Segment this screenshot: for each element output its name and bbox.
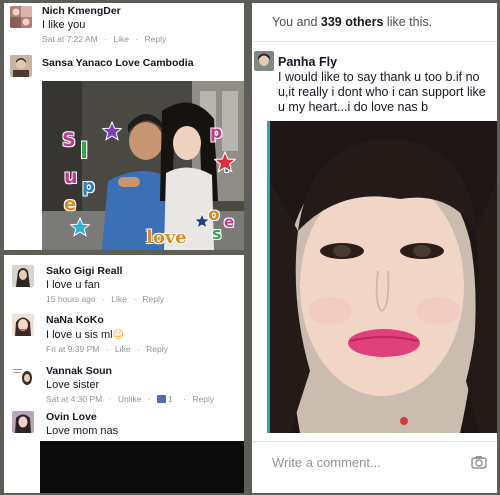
avatar[interactable]	[10, 6, 32, 28]
avatar[interactable]	[12, 366, 34, 388]
comment-text: I love u fan	[46, 279, 100, 291]
comment-item: Vannak Soun Love sister Sat at 4:30 PM ·…	[4, 361, 244, 407]
comment-time[interactable]: Sat at 7:22 AM	[42, 34, 98, 44]
separator: ·	[102, 294, 105, 304]
separator: ·	[183, 394, 186, 404]
avatar[interactable]	[254, 51, 274, 71]
separator: ·	[136, 344, 140, 354]
comment-item: Sako Gigi Reall I love u fan 15 hours ag…	[4, 255, 244, 307]
comment-photo[interactable]: S I u p e p i o s e love	[42, 81, 244, 250]
comment-text: I would like to say thank u too b.if no …	[278, 70, 486, 114]
avatar[interactable]	[12, 411, 34, 433]
star-icon	[70, 217, 90, 237]
separator: ·	[135, 34, 139, 44]
comment-time[interactable]: Sat at 4:30 PM	[46, 394, 102, 404]
comment-author[interactable]: NaNa KoKo	[46, 314, 104, 326]
comment-text: I like you	[42, 19, 86, 31]
attached-photo[interactable]	[40, 441, 244, 493]
unlike-link[interactable]: Unlike	[118, 394, 142, 404]
separator: ·	[104, 34, 107, 44]
comment-meta: Sat at 7:22 AM · Like · Reply	[42, 34, 170, 44]
sticker-letter: s	[212, 224, 222, 243]
comment-meta: Sat at 4:30 PM · Unlike · 1 · Reply	[46, 394, 218, 404]
sticker-letter: I	[80, 139, 89, 164]
comment-author[interactable]: Nich KmengDer	[42, 5, 121, 17]
sticker-letter: p	[210, 123, 223, 143]
separator: ·	[133, 294, 137, 304]
write-comment-input[interactable]: Write a comment...	[272, 455, 381, 470]
separator: ·	[147, 394, 151, 404]
comment-author[interactable]: Ovin Love	[46, 411, 97, 423]
comment-meta: Fri at 9:39 PM · Like · Reply	[46, 344, 172, 354]
likes-prefix: You and	[272, 15, 321, 29]
comment-author[interactable]: Sansa Yanaco Love Cambodia	[42, 57, 194, 69]
portrait-image	[270, 121, 497, 433]
comment-text-body: I love u sis ml	[46, 329, 113, 341]
likes-suffix: like this.	[383, 15, 433, 29]
comment-text: Love sister	[46, 379, 100, 391]
sticker-letter: u	[64, 166, 78, 188]
comment-item: Ovin Love Love mom nas	[4, 407, 244, 441]
comment-item: NaNa KoKo I love u sis ml☺ Fri at 9:39 P…	[4, 309, 244, 359]
comment-author[interactable]: Panha Fly	[278, 55, 337, 69]
camera-icon[interactable]	[471, 454, 487, 470]
comments-panel-top: Nich KmengDer I like you Sat at 7:22 AM …	[4, 3, 244, 250]
comment-composer[interactable]: Write a comment...	[252, 441, 497, 483]
reply-link[interactable]: Reply	[146, 344, 168, 354]
sticker-love-word: love	[146, 227, 187, 248]
comment-item: Nich KmengDer I like you Sat at 7:22 AM …	[4, 3, 244, 49]
avatar[interactable]	[12, 314, 34, 336]
like-link[interactable]: Like	[113, 34, 129, 44]
comments-panel-bottom: Sako Gigi Reall I love u fan 15 hours ag…	[4, 255, 244, 493]
comment-text: I love u sis ml☺	[46, 328, 124, 341]
comment-author[interactable]: Sako Gigi Reall	[46, 265, 122, 277]
thumbs-up-icon	[157, 395, 167, 403]
separator: ·	[105, 344, 109, 354]
separator: ·	[108, 394, 112, 404]
reply-link[interactable]: Reply	[142, 294, 164, 304]
reply-link[interactable]: Reply	[192, 394, 214, 404]
comment-item: Sansa Yanaco Love Cambodia	[4, 51, 244, 81]
like-link[interactable]: Like	[111, 294, 127, 304]
star-icon	[214, 151, 236, 173]
post-panel: You and 339 others like this. Panha Fly …	[252, 3, 497, 493]
comment-time[interactable]: Fri at 9:39 PM	[46, 344, 99, 354]
avatar[interactable]	[12, 265, 34, 287]
likes-summary[interactable]: You and 339 others like this.	[272, 15, 432, 29]
divider	[252, 41, 497, 42]
like-count[interactable]: 1	[157, 394, 177, 404]
avatar[interactable]	[10, 55, 32, 77]
comment-photo[interactable]	[267, 121, 497, 433]
like-link[interactable]: Like	[115, 344, 131, 354]
sticker-letter: e	[64, 194, 77, 215]
reply-link[interactable]: Reply	[145, 34, 167, 44]
sticker-letter: S	[62, 129, 76, 151]
comment-text: Love mom nas	[46, 425, 119, 437]
smile-emoji-icon: ☺	[112, 328, 125, 341]
likes-count[interactable]: 339 others	[321, 15, 384, 29]
star-icon	[194, 213, 210, 229]
comment-time[interactable]: 15 hours ago	[46, 294, 96, 304]
star-icon	[102, 121, 122, 141]
sticker-letter: p	[82, 176, 95, 197]
comment-meta: 15 hours ago · Like · Reply	[46, 294, 168, 304]
comment-author[interactable]: Vannak Soun	[46, 365, 112, 377]
sticker-letter: e	[224, 213, 235, 231]
like-count-value: 1	[168, 394, 173, 404]
